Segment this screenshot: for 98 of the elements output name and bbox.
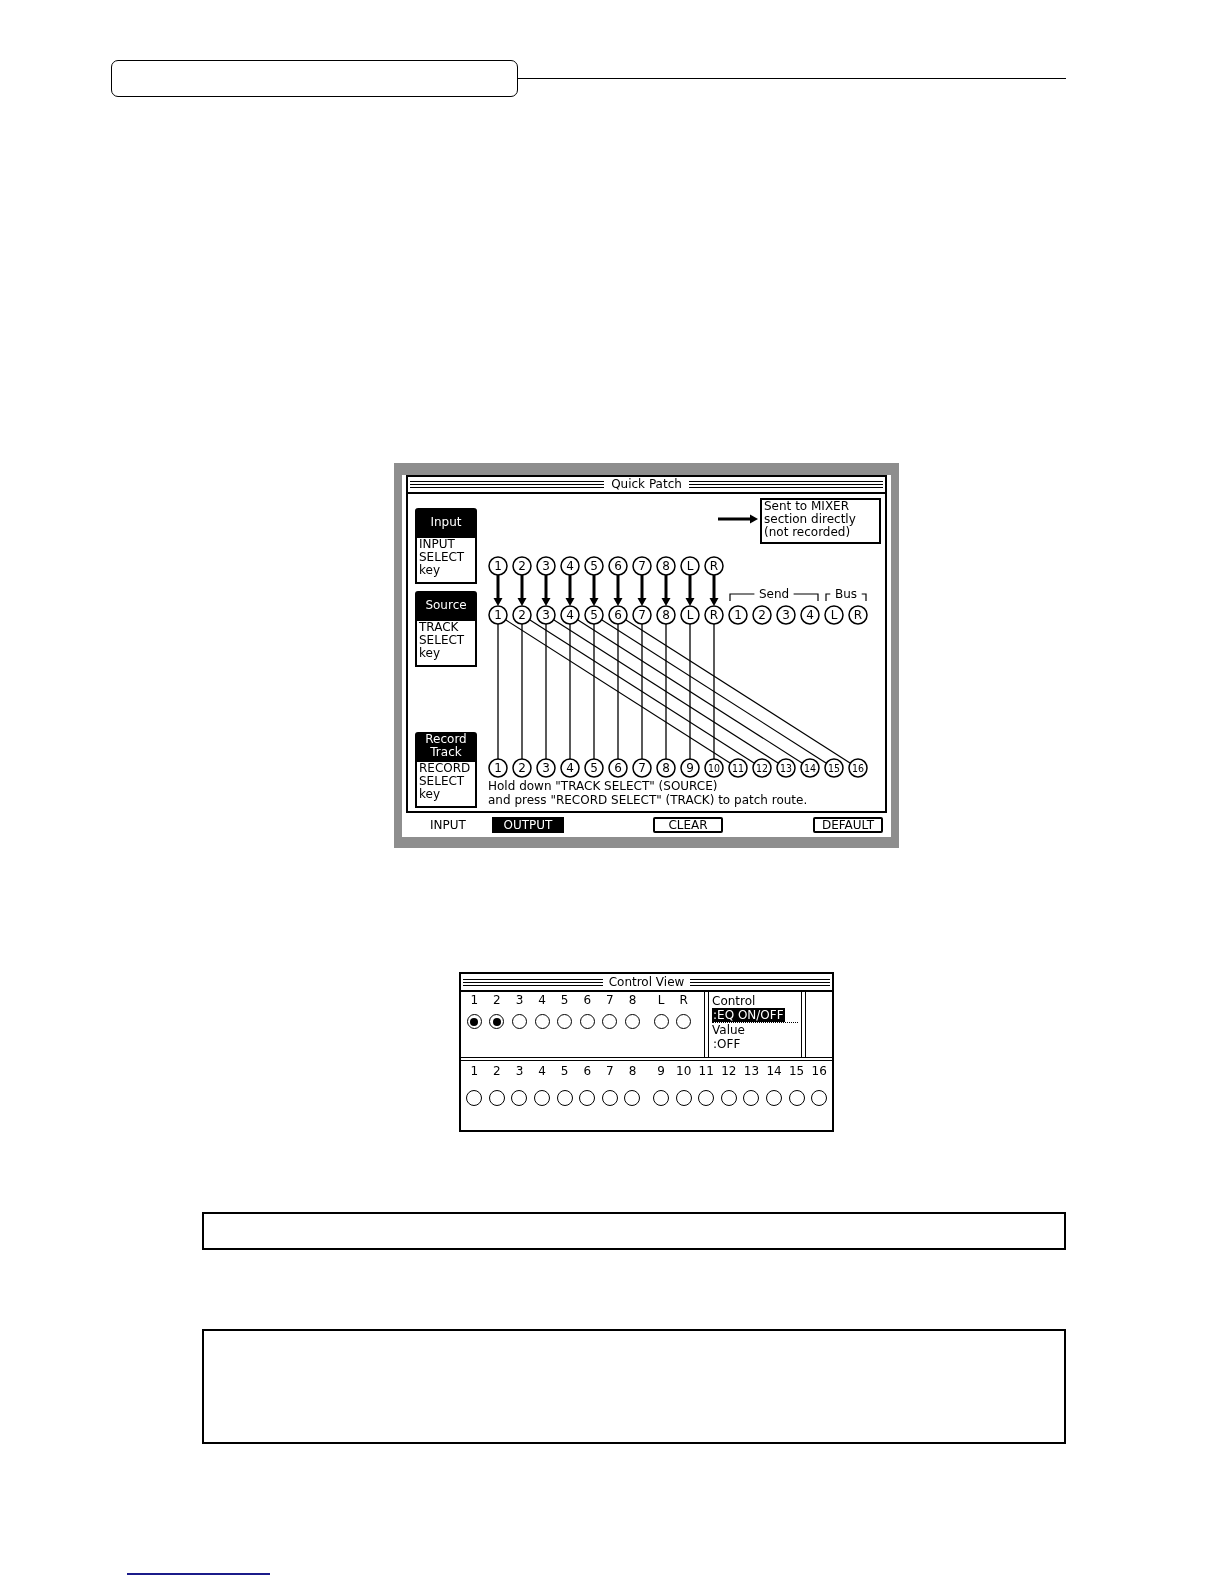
down-arrow <box>589 575 599 606</box>
track-number: 8 <box>628 1065 637 1078</box>
track-node: 15 <box>824 758 844 778</box>
section-heading: Source <box>415 591 477 619</box>
track-number: 15 <box>788 1065 805 1078</box>
screen-title: Quick Patch <box>611 478 682 491</box>
send-node: 4 <box>800 605 820 625</box>
track-number: 1 <box>470 1065 479 1078</box>
soft-key-button[interactable]: CLEAR <box>653 817 723 833</box>
track-number: 9 <box>657 1065 665 1078</box>
input-node: R <box>704 556 724 576</box>
source-node: R <box>704 605 724 625</box>
value-label: Value <box>712 1023 746 1037</box>
input-node: 6 <box>608 556 628 576</box>
channel-number: 8 <box>628 994 637 1007</box>
track-number: 5 <box>560 1065 569 1078</box>
bus-node: R <box>848 605 868 625</box>
input-node: 1 <box>488 556 508 576</box>
track-node: 11 <box>728 758 748 778</box>
track-node: 12 <box>752 758 772 778</box>
track-number: 16 <box>811 1065 827 1078</box>
channel-number: 5 <box>560 994 569 1007</box>
section-heading: Record Track <box>415 732 477 760</box>
input-node: 7 <box>632 556 652 576</box>
control-label: Control <box>712 994 757 1008</box>
track-number: 11 <box>698 1065 714 1078</box>
track-node: 4 <box>560 758 580 778</box>
input-node: 8 <box>656 556 676 576</box>
track-node: 6 <box>608 758 628 778</box>
down-arrow <box>565 575 575 606</box>
down-arrow <box>685 575 695 606</box>
track-number: 2 <box>493 1065 501 1078</box>
soft-key-tab[interactable]: OUTPUT <box>492 817 564 833</box>
channel-number: 2 <box>493 994 501 1007</box>
input-node: L <box>680 556 700 576</box>
track-node: 5 <box>584 758 604 778</box>
input-node: 3 <box>536 556 556 576</box>
input-node: 2 <box>512 556 532 576</box>
source-node: 2 <box>512 605 532 625</box>
track-number: 13 <box>743 1065 760 1078</box>
track-number: 10 <box>676 1065 692 1078</box>
channel-number: 4 <box>538 994 546 1007</box>
send-node: 1 <box>728 605 748 625</box>
track-node: 1 <box>488 758 508 778</box>
legend-box: Sent to MIXER section directly (not recorded) <box>760 498 881 544</box>
source-node: 1 <box>488 605 508 625</box>
down-arrow <box>637 575 647 606</box>
instruction-text: Hold down "TRACK SELECT" (SOURCE) and press "RECORD SELECT" (TRACK) to patch route. <box>488 779 809 807</box>
track-node: 16 <box>848 758 868 778</box>
input-node: 5 <box>584 556 604 576</box>
channel-number: 3 <box>515 994 524 1007</box>
bus-bracket: Bus <box>825 587 867 602</box>
track-number: 14 <box>766 1065 782 1078</box>
down-arrow <box>661 575 671 606</box>
bus-node: L <box>824 605 844 625</box>
source-node: 4 <box>560 605 580 625</box>
down-arrow <box>709 575 719 606</box>
channel-number: L <box>657 994 665 1007</box>
track-node: 13 <box>776 758 796 778</box>
track-number: 7 <box>606 1065 614 1078</box>
track-number: 6 <box>583 1065 592 1078</box>
track-node: 3 <box>536 758 556 778</box>
channel-number: 7 <box>606 994 614 1007</box>
track-node: 7 <box>632 758 652 778</box>
source-node: 8 <box>656 605 676 625</box>
source-node: 7 <box>632 605 652 625</box>
down-arrow <box>613 575 623 606</box>
track-node: 10 <box>704 758 724 778</box>
section-heading: Input <box>415 508 477 536</box>
send-node: 2 <box>752 605 772 625</box>
screen-title: Control View <box>608 975 685 989</box>
send-node: 3 <box>776 605 796 625</box>
track-node: 9 <box>680 758 700 778</box>
channel-number: 6 <box>583 994 592 1007</box>
key-hint-box: INPUT SELECT key <box>415 536 477 584</box>
key-hint-box: TRACK SELECT key <box>415 619 477 667</box>
source-node: 3 <box>536 605 556 625</box>
channel-number: R <box>679 994 688 1007</box>
track-number: 4 <box>538 1065 546 1078</box>
key-hint-box: RECORD SELECT key <box>415 760 477 808</box>
down-arrow <box>541 575 551 606</box>
channel-number: 1 <box>470 994 479 1007</box>
down-arrow <box>493 575 503 606</box>
send-bracket: Send <box>729 587 819 602</box>
control-value[interactable]: :EQ ON/OFF <box>712 1008 785 1022</box>
track-node: 14 <box>800 758 820 778</box>
input-node: 4 <box>560 556 580 576</box>
value-text[interactable]: :OFF <box>712 1037 742 1051</box>
soft-key-button[interactable]: DEFAULT <box>813 817 883 833</box>
source-node: 5 <box>584 605 604 625</box>
source-node: L <box>680 605 700 625</box>
track-node: 2 <box>512 758 532 778</box>
legend-arrow <box>718 514 758 524</box>
track-number: 3 <box>515 1065 524 1078</box>
track-number: 12 <box>721 1065 737 1078</box>
track-node: 8 <box>656 758 676 778</box>
source-node: 6 <box>608 605 628 625</box>
down-arrow <box>517 575 527 606</box>
